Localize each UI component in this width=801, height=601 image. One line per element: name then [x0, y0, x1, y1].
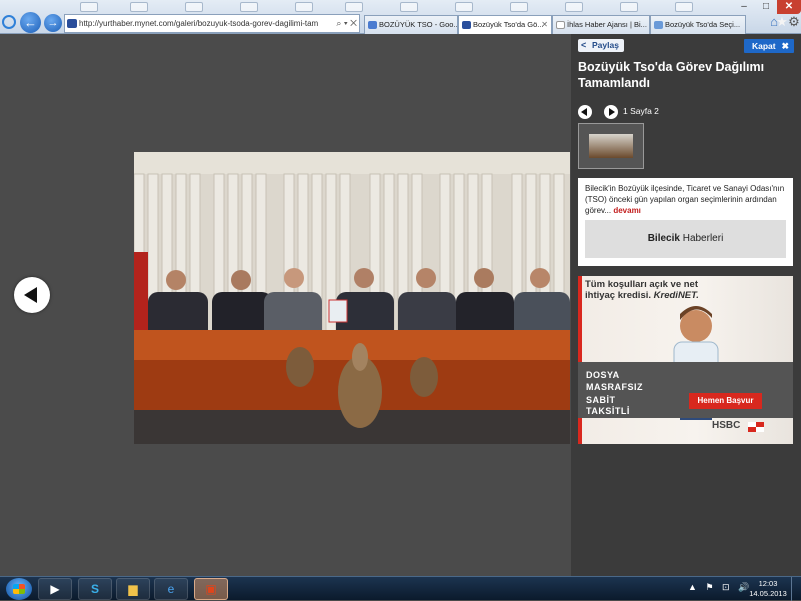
gallery-photo [134, 152, 570, 444]
article-summary: Bilecik'in Bozüyük ilçesinde, Ticaret ve… [585, 183, 787, 216]
skype-taskbar-button[interactable]: S [78, 578, 112, 600]
shortcut-icon[interactable] [620, 2, 638, 12]
ie-taskbar-button[interactable]: e [154, 578, 188, 600]
media-player-taskbar-button[interactable]: ▶ [38, 578, 72, 600]
start-button[interactable] [6, 578, 32, 600]
shortcut-icon[interactable] [510, 2, 528, 12]
category-suffix: Haberleri [679, 233, 724, 244]
folder-icon: ▆ [128, 582, 138, 596]
close-label: Kapat [752, 41, 776, 51]
ad-line-2: MASRAFSIZ [586, 382, 643, 392]
gallery-side-panel: < Paylaş Kapat ✖ Bozüyük Tso'da Görev Da… [571, 34, 801, 576]
browser-chrome: – □ ✕ ← → http://yurthaber.mynet.com/gal… [0, 0, 801, 34]
clock-date: 14.05.2013 [749, 589, 787, 598]
gallery-stage [0, 34, 571, 576]
google-favicon-icon [368, 21, 377, 29]
chevron-right-icon [609, 108, 615, 116]
action-center-flag-icon[interactable]: ⚑ [705, 582, 713, 592]
category-news-button[interactable]: Bilecik Haberleri [585, 220, 786, 258]
show-desktop-button[interactable] [791, 577, 801, 601]
internet-explorer-icon: e [167, 582, 175, 596]
skype-icon: S [90, 582, 99, 596]
address-bar[interactable]: http://yurthaber.mynet.com/galeri/bozuyu… [64, 14, 360, 33]
clock-time: 12:03 [758, 579, 778, 588]
photo-thumbnail[interactable] [578, 123, 644, 169]
shortcut-icon[interactable] [80, 2, 98, 12]
ie-logo-icon [2, 15, 16, 29]
desktop-shortcuts-bar [70, 0, 730, 14]
pager-prev-button[interactable] [578, 105, 592, 119]
close-gallery-button[interactable]: Kapat ✖ [744, 39, 794, 53]
settings-gear-icon[interactable]: ⚙ [786, 14, 801, 30]
ad-apply-button[interactable]: Hemen Başvur [689, 393, 762, 409]
page-indicator: 1 Sayfa 2 [623, 106, 659, 116]
ad-line-1: DOSYA [586, 370, 620, 380]
previous-photo-button[interactable] [14, 277, 50, 313]
shortcut-icon[interactable] [185, 2, 203, 12]
shortcut-icon[interactable] [130, 2, 148, 12]
ad-line-3: SABİT [586, 395, 616, 405]
category-name: Bilecik [647, 233, 680, 244]
mynet-favicon-icon [462, 21, 471, 29]
shortcut-icon[interactable] [455, 2, 473, 12]
url-text: http://yurthaber.mynet.com/galeri/bozuyu… [79, 19, 319, 28]
ad-headline-line-2: ihtiyaç kredisi. [585, 290, 652, 301]
shortcut-icon[interactable] [345, 2, 363, 12]
meeting-photo-illustration [134, 152, 570, 444]
read-more-link[interactable]: devamı [613, 206, 641, 215]
address-controls[interactable]: ⌕ ▾ ✕ [333, 15, 357, 32]
office-app-icon: ▣ [205, 582, 217, 596]
shortcut-icon[interactable] [400, 2, 418, 12]
news-favicon-icon [654, 21, 663, 29]
ad-headline-line-1: Tüm koşulları açık ve net [585, 279, 698, 290]
tab-election[interactable]: Bozüyük Tso'da Seçi... [650, 15, 746, 34]
article-title: Bozüyük Tso'da Görev Dağılımı Tamamlandı [578, 60, 765, 90]
media-player-icon: ▶ [50, 582, 60, 596]
thumbnail-image [589, 134, 633, 158]
chevron-left-icon [581, 108, 587, 116]
shortcut-icon[interactable] [240, 2, 258, 12]
hsbc-logo: HSBC [712, 420, 741, 431]
description-box: Bilecik'in Bozüyük ilçesinde, Ticaret ve… [578, 178, 793, 266]
iha-favicon-icon [556, 21, 565, 29]
pager-next-button[interactable] [604, 105, 618, 119]
ad-accent-stripe [578, 276, 582, 444]
tab-active-article[interactable]: Bozüyük Tso'da Gö... ✕ [458, 15, 552, 34]
maximize-button[interactable]: □ [755, 0, 777, 14]
explorer-taskbar-button[interactable]: ▆ [116, 578, 150, 600]
ad-headline: Tüm koşulları açık ve net ihtiyaç kredis… [585, 279, 699, 301]
system-clock[interactable]: 12:03 14.05.2013 [748, 579, 788, 599]
share-label: Paylaş [592, 40, 619, 50]
hsbc-hexagon-icon [748, 422, 764, 432]
ad-line-4: TAKSİTLİ [586, 406, 630, 416]
office-taskbar-button[interactable]: ▣ [194, 578, 228, 600]
close-icon: ✖ [781, 41, 789, 51]
tab-iha[interactable]: İhlas Haber Ajansı | Bi... [552, 15, 650, 34]
tab-close-icon[interactable]: ✕ [541, 16, 548, 34]
share-icon: < [581, 40, 587, 50]
site-favicon-icon [67, 19, 77, 28]
shortcut-icon[interactable] [675, 2, 693, 12]
shortcut-icon[interactable] [565, 2, 583, 12]
share-button[interactable]: < Paylaş [578, 39, 624, 52]
forward-button[interactable]: → [44, 14, 62, 32]
minimize-button[interactable]: – [733, 0, 755, 14]
windows-taskbar: ▶ S ▆ e ▣ ▲ ⚑ ⊡ 🔊 12:03 14.05.2013 [0, 576, 801, 601]
windows-logo-icon [13, 584, 25, 594]
back-button[interactable]: ← [20, 12, 41, 33]
network-icon[interactable]: ⊡ [722, 582, 730, 592]
system-tray: ▲ ⚑ ⊡ 🔊 [688, 582, 755, 593]
close-window-button[interactable]: ✕ [777, 0, 801, 14]
advertisement-banner[interactable]: Tüm koşulları açık ve net ihtiyaç kredis… [578, 276, 793, 444]
tray-expand-icon[interactable]: ▲ [688, 582, 697, 592]
arrow-left-icon [24, 287, 37, 303]
shortcut-icon[interactable] [295, 2, 313, 12]
tab-google[interactable]: BOZÜYÜK TSO - Goo... [364, 15, 458, 34]
